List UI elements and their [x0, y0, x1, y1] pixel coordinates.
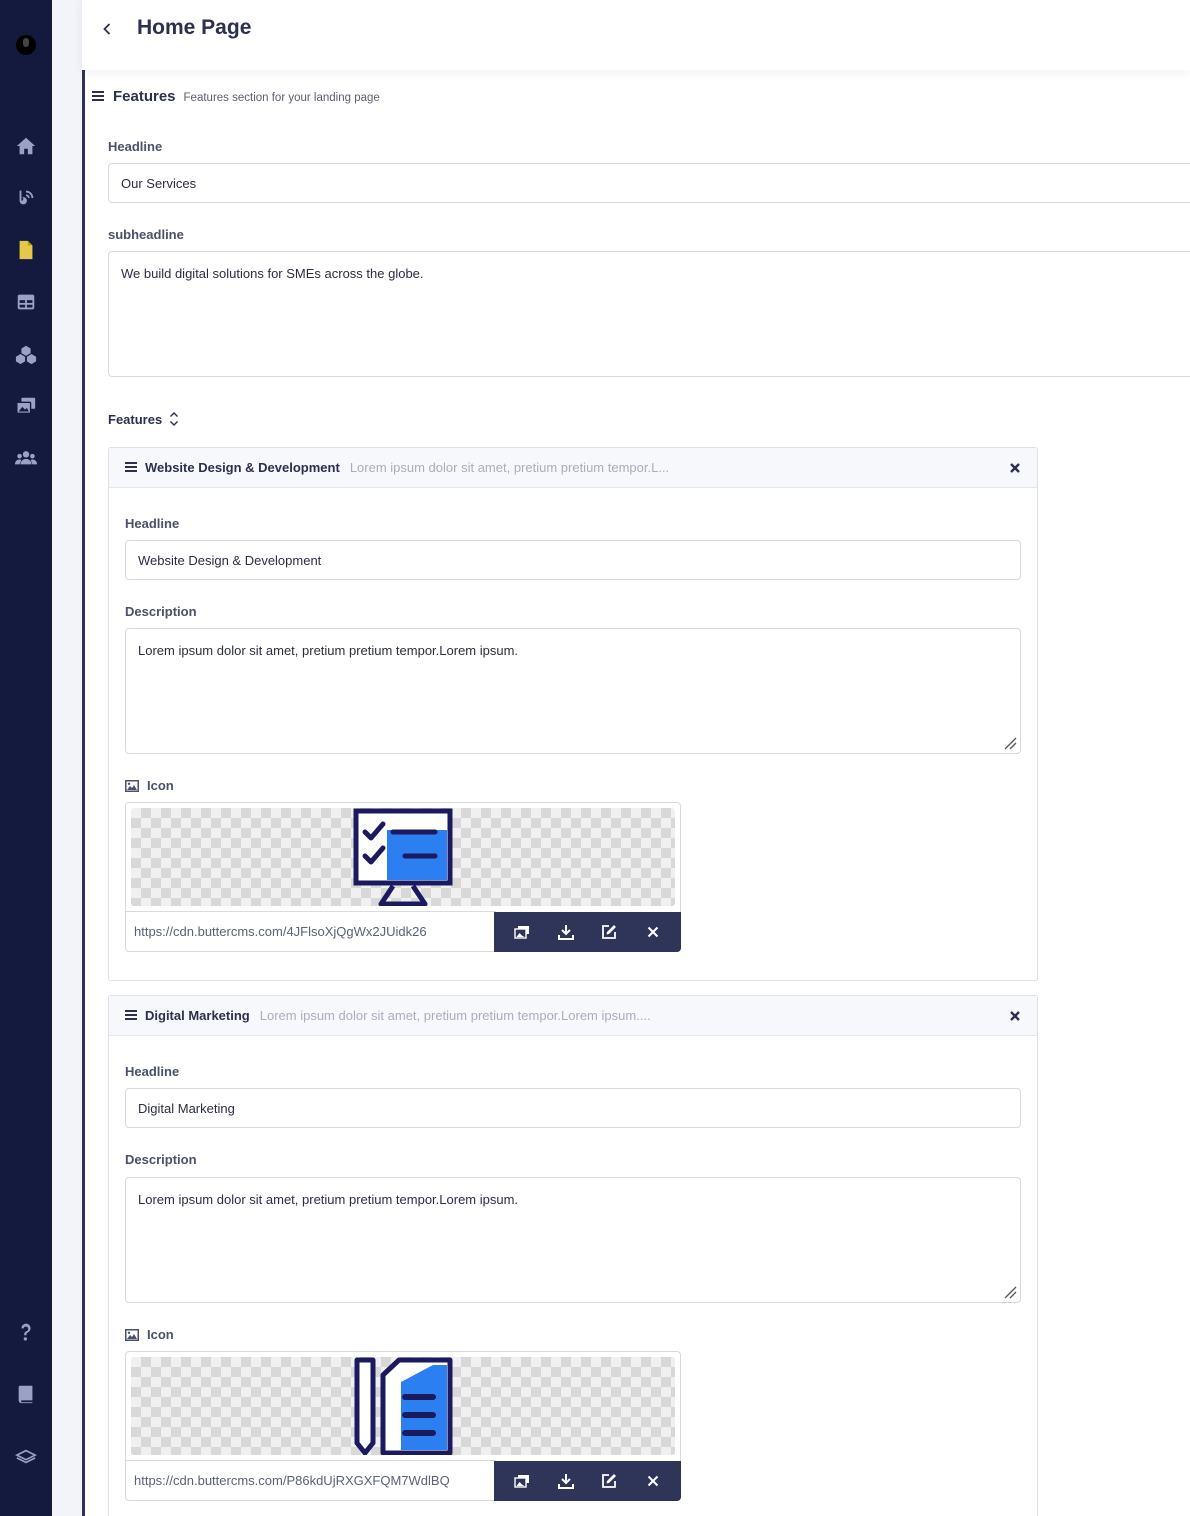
chevron-left-icon — [103, 23, 111, 35]
subheadline-textarea[interactable]: We build digital solutions for SMEs acro… — [108, 251, 1190, 377]
sidebar — [0, 0, 52, 1516]
resize-handle-icon[interactable] — [1003, 736, 1017, 750]
headline-input[interactable]: Our Services — [108, 163, 1190, 203]
media-field: https://cdn.buttercms.com/4JFlsoXjQgWx2J… — [125, 802, 681, 952]
remove-image-button[interactable] — [642, 921, 664, 943]
features-label: Features — [108, 411, 163, 427]
feature-card-title: Website Design & Development — [145, 460, 340, 475]
media-icon[interactable] — [14, 394, 38, 418]
edit-image-button[interactable] — [598, 921, 620, 943]
image-url-input[interactable]: https://cdn.buttercms.com/P86kdUjRXGXFQM… — [126, 1460, 496, 1500]
feature-card-title: Digital Marketing — [145, 1008, 250, 1023]
media-library-button[interactable] — [511, 1470, 533, 1492]
image-preview[interactable] — [131, 1357, 675, 1455]
edit-image-button[interactable] — [598, 1470, 620, 1492]
feature-icon-label: Icon — [125, 1327, 174, 1342]
feature-icon-label: Icon — [125, 778, 174, 793]
image-url-input[interactable]: https://cdn.buttercms.com/4JFlsoXjQgWx2J… — [126, 911, 496, 951]
feature-description-textarea[interactable]: Lorem ipsum dolor sit amet, pretium pret… — [125, 1177, 1021, 1303]
pen-document-icon — [354, 1357, 453, 1455]
blog-icon[interactable] — [14, 186, 38, 210]
feature-card-header[interactable]: Digital Marketing Lorem ipsum dolor sit … — [109, 996, 1037, 1036]
feature-description-textarea[interactable]: Lorem ipsum dolor sit amet, pretium pret… — [125, 628, 1021, 754]
feature-headline-input[interactable]: Digital Marketing — [125, 1088, 1021, 1128]
remove-icon[interactable] — [1009, 1010, 1021, 1022]
docs-icon[interactable] — [14, 1382, 38, 1406]
remove-icon[interactable] — [1009, 462, 1021, 474]
collections-icon[interactable] — [14, 290, 38, 314]
components-icon[interactable] — [14, 342, 38, 366]
drag-handle-icon[interactable] — [92, 91, 104, 101]
section-header: Features Features section for your landi… — [92, 88, 380, 105]
page-header: Home Page — [82, 0, 1190, 70]
subheadline-label: subheadline — [108, 227, 184, 242]
section-title: Features — [113, 88, 176, 105]
media-field: https://cdn.buttercms.com/P86kdUjRXGXFQM… — [125, 1351, 681, 1501]
page-title: Home Page — [137, 16, 252, 39]
feature-headline-input[interactable]: Website Design & Development — [125, 540, 1021, 580]
close-icon — [647, 1475, 659, 1487]
users-icon[interactable] — [14, 446, 38, 470]
feature-description-label: Description — [125, 604, 197, 619]
resize-handle-icon[interactable] — [1003, 1285, 1017, 1299]
download-button[interactable] — [555, 921, 577, 943]
section-indicator — [82, 70, 85, 1516]
drag-handle-icon[interactable] — [125, 1009, 137, 1020]
edit-icon — [602, 1474, 617, 1488]
media-toolbar — [494, 912, 681, 952]
feature-description-label: Description — [125, 1152, 197, 1167]
feature-card-summary: Lorem ipsum dolor sit amet, pretium pret… — [349, 460, 670, 475]
help-icon[interactable] — [14, 1320, 38, 1344]
headline-label: Headline — [108, 139, 163, 154]
monitor-checklist-icon — [353, 808, 453, 906]
edit-icon — [602, 925, 617, 939]
download-icon — [557, 1474, 574, 1489]
section-description: Features section for your landing page — [183, 92, 380, 104]
image-preview[interactable] — [131, 808, 675, 906]
image-icon — [125, 1328, 139, 1341]
media-library-button[interactable] — [511, 921, 533, 943]
feature-headline-label: Headline — [125, 516, 180, 531]
drag-handle-icon[interactable] — [125, 461, 137, 472]
image-icon — [125, 779, 139, 792]
pages-icon[interactable] — [14, 238, 38, 262]
feature-description-text: Lorem ipsum dolor sit amet, pretium pret… — [138, 1192, 519, 1207]
feature-description-text: Lorem ipsum dolor sit amet, pretium pret… — [138, 643, 519, 658]
layers-icon[interactable] — [14, 1445, 38, 1469]
gallery-icon — [514, 926, 529, 939]
features-repeater-header[interactable]: Features — [108, 411, 179, 427]
butter-logo-icon[interactable] — [16, 35, 36, 55]
sort-icon[interactable] — [169, 411, 179, 427]
gallery-icon — [514, 1475, 529, 1488]
back-button[interactable] — [98, 18, 116, 40]
feature-card-header[interactable]: Website Design & Development Lorem ipsum… — [109, 448, 1037, 488]
feature-card-summary: Lorem ipsum dolor sit amet, pretium pret… — [259, 1008, 651, 1023]
feature-headline-label: Headline — [125, 1064, 180, 1079]
download-button[interactable] — [555, 1470, 577, 1492]
close-icon — [647, 926, 659, 938]
media-toolbar — [494, 1461, 681, 1501]
content-gutter — [52, 0, 82, 1516]
home-icon[interactable] — [14, 134, 38, 158]
download-icon — [557, 925, 574, 940]
remove-image-button[interactable] — [642, 1470, 664, 1492]
